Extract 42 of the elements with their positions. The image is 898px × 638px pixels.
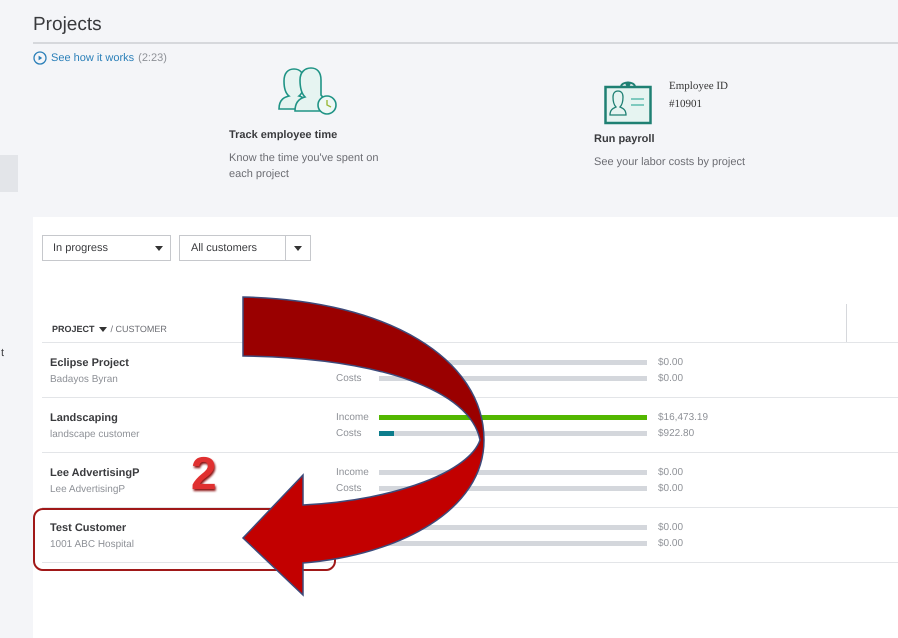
video-link[interactable]: See how it works [51, 52, 134, 64]
status-dropdown[interactable]: In progress [42, 235, 171, 261]
metric-label: Costs [336, 372, 362, 384]
people-clock-icon [275, 67, 339, 115]
amount: $0.00 [658, 372, 684, 384]
column-header[interactable]: PROJECT [52, 324, 95, 334]
feature-description: See your labor costs by project [594, 155, 746, 170]
amount: $0.00 [658, 538, 684, 548]
caret-icon [155, 246, 163, 250]
amount: $0.00 [658, 482, 684, 494]
amount: $0.00 [658, 356, 684, 368]
project-name[interactable]: Landscaping [50, 412, 118, 424]
feature-title: Run payroll [594, 133, 656, 145]
video-duration: (2:23) [138, 52, 167, 64]
metric-label: Costs [336, 428, 362, 438]
id-badge-icon [604, 79, 652, 125]
column-header[interactable]: / CUSTOMER [110, 324, 167, 334]
amount: $922.80 [658, 428, 694, 438]
sidebar-item[interactable]: t [0, 347, 18, 359]
metric-label: Income [336, 412, 369, 422]
metric-label: Income [336, 466, 369, 478]
customer-name: 1001 ABC Hospital [50, 539, 134, 550]
amount: $0.00 [658, 466, 684, 478]
project-name[interactable]: Eclipse Project [50, 357, 129, 369]
page-title: Projects [33, 14, 898, 44]
feature-title: Track employee time [229, 129, 338, 141]
amount: $16,473.19 [658, 412, 708, 422]
badge-text: #10901 [669, 98, 703, 110]
feature-description: Know the time you've spent on each project [229, 151, 380, 182]
caret-icon [294, 246, 302, 250]
project-name[interactable]: Test Customer [50, 522, 126, 534]
customer-name: Lee AdvertisingP [50, 484, 126, 495]
customer-name: landscape customer [50, 429, 140, 440]
amount: $0.00 [658, 522, 684, 532]
play-icon[interactable] [33, 51, 47, 65]
project-name[interactable]: Lee AdvertisingP [50, 467, 140, 479]
customer-dropdown[interactable]: All customers [179, 235, 311, 261]
customer-name: Badayos Byran [50, 374, 118, 385]
sort-caret-icon[interactable] [98, 326, 107, 332]
step-number: 2 [191, 446, 217, 500]
badge-text: Employee ID [669, 80, 728, 92]
metric-label: Costs [336, 482, 362, 494]
